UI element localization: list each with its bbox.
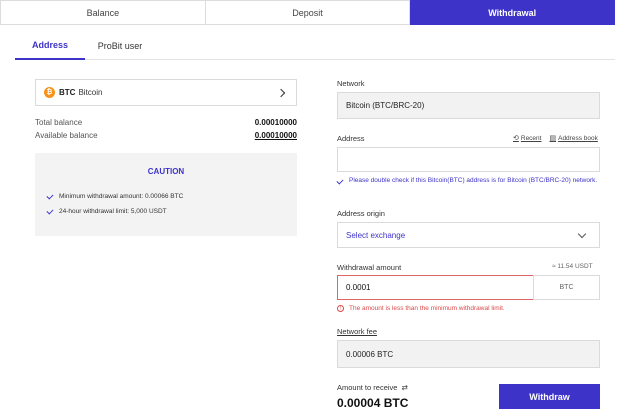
address-origin-label: Address origin — [337, 209, 385, 218]
total-balance-label: Total balance — [35, 118, 83, 127]
asset-selector[interactable]: ₿ BTC Bitcoin — [35, 79, 297, 106]
available-balance-label: Available balance — [35, 131, 98, 140]
withdrawal-method-tabs: Address ProBit user — [15, 32, 615, 60]
tab-withdrawal[interactable]: Withdrawal — [410, 0, 616, 25]
error-icon: ! — [337, 305, 344, 312]
receive-value: 0.00004 BTC — [337, 396, 409, 410]
amount-error: ! The amount is less than the minimum wi… — [337, 305, 505, 312]
total-balance-row: Total balance 0.00010000 — [35, 118, 297, 127]
tab-deposit[interactable]: Deposit — [205, 0, 411, 25]
network-label: Network — [337, 79, 365, 88]
address-origin-value: Select exchange — [346, 230, 406, 240]
asset-name: Bitcoin — [78, 88, 103, 97]
receive-label: Amount to receive — [337, 383, 398, 392]
address-notice-text: Please double check if this Bitcoin(BTC)… — [349, 177, 598, 184]
check-icon — [336, 177, 344, 185]
book-icon: ▤ — [549, 135, 557, 142]
recent-label: Recent — [520, 134, 542, 142]
swap-icon[interactable]: ⇄ — [401, 383, 407, 392]
tab-balance[interactable]: Balance — [0, 0, 206, 25]
main-tabs: Balance Deposit Withdrawal — [0, 0, 616, 25]
network-fee-label[interactable]: Network fee — [337, 327, 377, 336]
amount-input[interactable] — [346, 283, 525, 292]
caution-item: Minimum withdrawal amount: 0.00066 BTC — [46, 191, 285, 200]
check-icon — [46, 206, 54, 215]
bitcoin-icon: ₿ — [44, 87, 55, 98]
caution-box: CAUTION Minimum withdrawal amount: 0.000… — [35, 153, 297, 236]
withdrawal-amount-label: Withdrawal amount — [337, 263, 402, 272]
available-balance-value[interactable]: 0.00010000 — [255, 131, 297, 140]
total-balance-value: 0.00010000 — [254, 118, 297, 127]
caution-item: 24-hour withdrawal limit: 5,000 USDT — [46, 206, 285, 215]
chevron-down-icon — [577, 229, 587, 238]
network-fee-field: 0.00006 BTC — [337, 340, 600, 368]
address-book-label: Address book — [558, 134, 598, 142]
caution-item-text: Minimum withdrawal amount: 0.00066 BTC — [59, 193, 184, 200]
tab-address[interactable]: Address — [15, 32, 85, 60]
address-label: Address — [337, 134, 365, 143]
network-fee-value: 0.00006 BTC — [346, 349, 394, 359]
address-origin-select[interactable]: Select exchange — [337, 222, 600, 248]
amount-unit: BTC — [533, 275, 600, 300]
address-input[interactable] — [346, 155, 591, 164]
tab-probit-user[interactable]: ProBit user — [85, 32, 155, 60]
chevron-right-icon — [276, 88, 286, 97]
history-icon: ⟲ — [513, 135, 519, 142]
receive-row: Amount to receive ⇄ — [337, 383, 408, 392]
amount-input-wrapper — [337, 275, 534, 300]
available-balance-row: Available balance 0.00010000 — [35, 131, 297, 140]
caution-title: CAUTION — [147, 167, 185, 176]
caution-item-text: 24-hour withdrawal limit: 5,000 USDT — [59, 208, 167, 215]
address-input-wrapper — [337, 147, 600, 172]
withdraw-button[interactable]: Withdraw — [499, 384, 600, 409]
recent-link[interactable]: ⟲ Recent — [513, 134, 542, 143]
address-links: ⟲ Recent ▤ Address book — [513, 134, 598, 143]
asset-symbol: BTC — [59, 88, 76, 97]
network-value: Bitcoin (BTC/BRC-20) — [346, 101, 425, 110]
usdt-estimate: ≈ 11.54 USDT — [552, 263, 593, 270]
amount-error-text: The amount is less than the minimum with… — [349, 305, 505, 312]
network-field: Bitcoin (BTC/BRC-20) — [337, 92, 600, 119]
check-icon — [46, 191, 54, 200]
address-notice: Please double check if this Bitcoin(BTC)… — [336, 176, 599, 186]
address-book-link[interactable]: ▤ Address book — [549, 134, 598, 143]
